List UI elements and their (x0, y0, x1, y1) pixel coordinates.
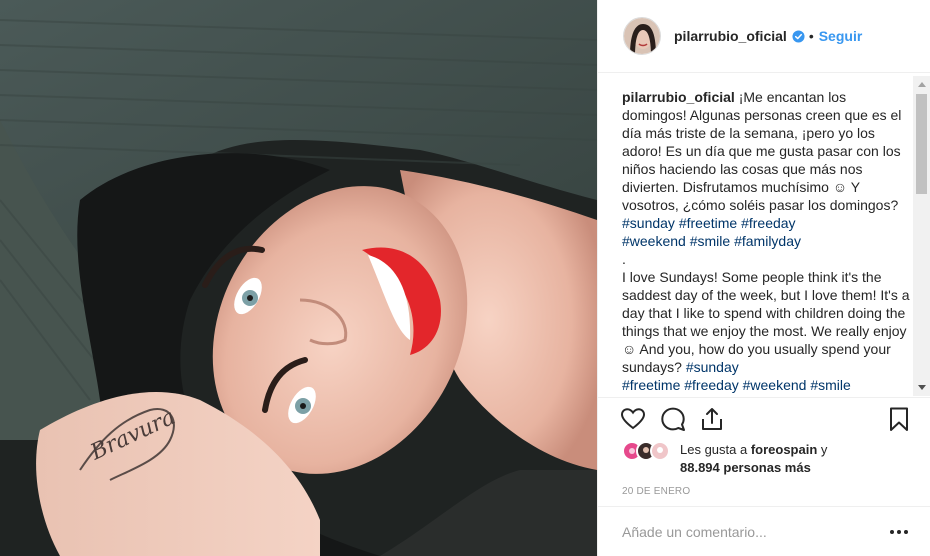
hashtag-link[interactable]: #weekend (622, 233, 686, 249)
bookmark-icon[interactable] (886, 406, 912, 432)
liker-username[interactable]: foreospain (751, 442, 817, 457)
avatar-image (624, 18, 660, 54)
hashtag-link[interactable]: #familyday (734, 233, 801, 249)
hashtag-link[interactable]: #sunday (622, 215, 675, 231)
caption-text: pilarrubio_oficial ¡Me encantan los domi… (622, 88, 910, 394)
scrollbar[interactable] (913, 76, 930, 396)
likes-text: Les gusta a foreospain y 88.894 personas … (680, 441, 912, 477)
likes-count[interactable]: 88.894 personas más (680, 460, 811, 475)
caption-segment: I love Sundays! Some people think it's t… (622, 269, 910, 375)
hashtag-link[interactable]: #freeday (741, 215, 795, 231)
post-photo[interactable]: Bravura (0, 0, 597, 556)
hashtag-link[interactable]: #smile (810, 377, 850, 393)
post-date[interactable]: 20 DE ENERO (622, 486, 690, 497)
separator-dot: • (808, 28, 814, 44)
header-username[interactable]: pilarrubio_oficial (674, 28, 787, 44)
caption-segment: . (622, 251, 626, 267)
comment-input[interactable] (622, 521, 872, 543)
comment-icon[interactable] (660, 406, 686, 432)
follow-button[interactable]: Seguir (819, 28, 863, 44)
hashtag-link[interactable]: #smile (690, 233, 730, 249)
hashtag-link[interactable]: #sunday (686, 359, 739, 375)
caption-area: pilarrubio_oficial ¡Me encantan los domi… (622, 88, 910, 396)
verified-badge-icon (792, 29, 805, 43)
scrollbar-thumb[interactable] (916, 94, 927, 194)
post-details-panel: pilarrubio_oficial • Seguir pilarrubio_o… (597, 0, 930, 556)
hashtag-link[interactable]: #freeday (684, 377, 738, 393)
likes-middle: y (817, 442, 828, 457)
hashtag-link[interactable]: #freetime (679, 215, 737, 231)
more-options-icon[interactable] (888, 521, 910, 543)
heart-icon[interactable] (620, 406, 646, 432)
comment-box (598, 506, 930, 556)
hashtag-link[interactable]: #freetime (622, 377, 680, 393)
liker-avatar[interactable] (650, 441, 670, 461)
post-image: Bravura (0, 0, 597, 556)
avatar[interactable] (623, 17, 661, 55)
share-icon[interactable] (699, 406, 725, 432)
caption-username[interactable]: pilarrubio_oficial (622, 89, 735, 105)
likes-section: Les gusta a foreospain y 88.894 personas … (622, 439, 912, 479)
scroll-up-arrow-icon[interactable] (913, 76, 930, 93)
action-bar (598, 397, 930, 441)
liker-avatars (622, 441, 672, 461)
hashtag-link[interactable]: #weekend (743, 377, 807, 393)
post-header: pilarrubio_oficial • Seguir (598, 0, 930, 73)
caption-segment: ¡Me encantan los domingos! Algunas perso… (622, 89, 906, 213)
scroll-down-arrow-icon[interactable] (913, 379, 930, 396)
likes-prefix: Les gusta a (680, 442, 751, 457)
